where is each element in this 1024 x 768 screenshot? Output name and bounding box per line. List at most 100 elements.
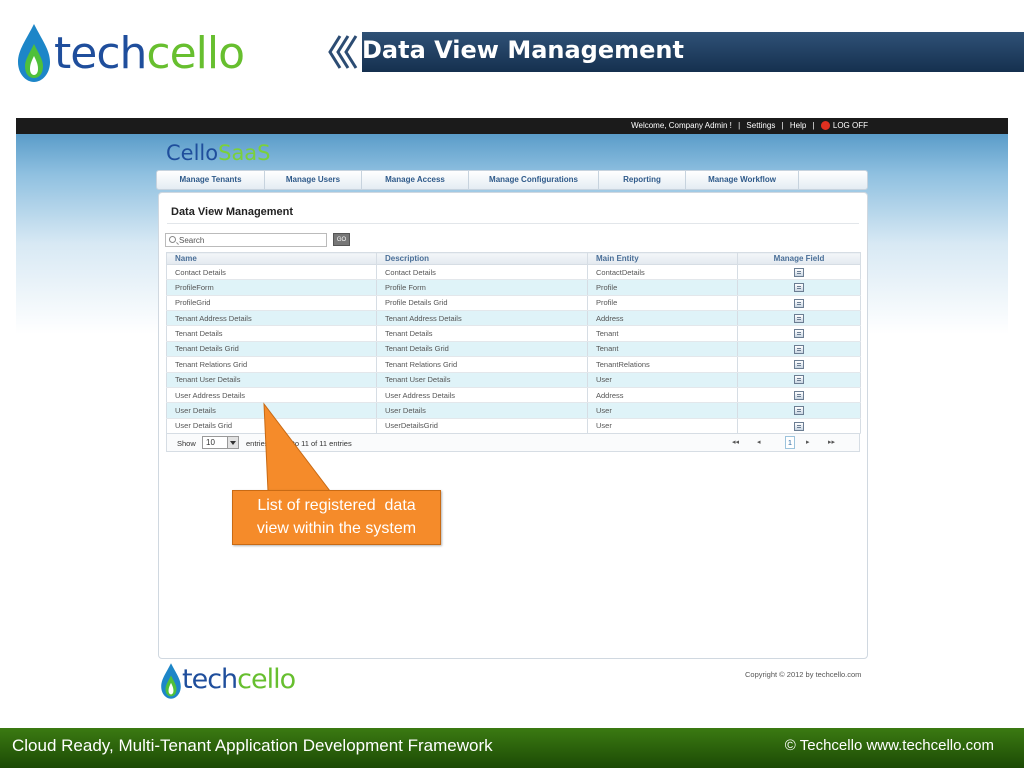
slide-copyright: © Techcello www.techcello.com (784, 737, 994, 754)
next-page-icon[interactable]: ▸ (806, 438, 810, 446)
flame-icon (18, 24, 50, 82)
cell-manage-field (737, 356, 861, 373)
cell-manage-field (737, 279, 861, 296)
column-header-manage-field: Manage Field (737, 252, 861, 265)
cell-manage-field (737, 264, 861, 281)
page-number-current[interactable]: 1 (785, 436, 795, 449)
flame-icon (161, 663, 181, 699)
cell-manage-field (737, 387, 861, 404)
cell-name: User Address Details (166, 387, 377, 404)
cell-manage-field (737, 402, 861, 419)
document-edit-icon[interactable] (794, 298, 804, 308)
nav-reporting[interactable]: Reporting (599, 171, 686, 189)
power-icon[interactable] (820, 121, 830, 131)
nav-manage-configurations[interactable]: Manage Configurations (469, 171, 599, 189)
cell-manage-field (737, 341, 861, 358)
go-button[interactable]: GO (333, 233, 350, 246)
separator: | (781, 121, 784, 130)
page-size-select[interactable]: 10 (202, 436, 239, 449)
cell-main-entity: Profile (587, 295, 738, 312)
nav-manage-access[interactable]: Manage Access (362, 171, 469, 189)
cell-main-entity: User (587, 418, 738, 434)
table-row[interactable]: ProfileForm Profile Form Profile (166, 279, 861, 296)
nav-manage-workflow[interactable]: Manage Workflow (686, 171, 799, 189)
table-row[interactable]: ProfileGrid Profile Details Grid Profile (166, 295, 861, 312)
table-row[interactable]: Tenant User Details Tenant User Details Us… (166, 372, 861, 388)
cell-name: User Details (166, 402, 377, 419)
cell-main-entity: User (587, 402, 738, 419)
logo-text-cello: cello (146, 28, 245, 79)
document-edit-icon[interactable] (794, 375, 804, 385)
document-edit-icon[interactable] (794, 360, 804, 370)
help-link[interactable]: Help (790, 121, 806, 130)
slide-tagline: Cloud Ready, Multi-Tenant Application De… (12, 736, 493, 755)
table-row[interactable]: Contact Details Contact Details ContactDet… (166, 264, 861, 281)
cell-description: Tenant User Details (376, 372, 588, 388)
footer-logo-cello: cello (237, 664, 296, 695)
column-header-name[interactable]: Name (166, 252, 377, 265)
column-header-description[interactable]: Description (376, 252, 588, 265)
cell-manage-field (737, 372, 861, 388)
column-header-main-entity[interactable]: Main Entity (587, 252, 738, 265)
first-page-icon[interactable]: ◂◂ (732, 438, 739, 446)
techcello-logo: techcello (16, 22, 245, 84)
show-label: Show (177, 439, 196, 448)
cellosaas-logo: CelloSaaS (166, 140, 271, 166)
search-input[interactable] (179, 234, 325, 246)
cell-description: Contact Details (376, 264, 588, 281)
table-footer: Show 10 entries wing 1 to 11 of 11 entri… (166, 433, 860, 452)
callout-box: List of registered data view within the … (232, 490, 441, 545)
table-row[interactable]: User Details User Details User (166, 402, 861, 419)
document-edit-icon[interactable] (794, 314, 804, 324)
last-page-icon[interactable]: ▸▸ (828, 438, 835, 446)
cell-name: ProfileForm (166, 279, 377, 296)
nav-manage-users[interactable]: Manage Users (265, 171, 362, 189)
cell-description: UserDetailsGrid (376, 418, 588, 434)
document-edit-icon[interactable] (794, 329, 804, 339)
document-edit-icon[interactable] (794, 283, 804, 293)
prev-page-icon[interactable]: ◂ (757, 438, 761, 446)
chevron-down-icon[interactable] (227, 437, 238, 448)
document-edit-icon[interactable] (794, 421, 804, 431)
title-chevron-icon (326, 32, 362, 72)
document-edit-icon[interactable] (794, 344, 804, 354)
cell-manage-field (737, 325, 861, 342)
table-row[interactable]: Tenant Details Grid Tenant Details Grid Te… (166, 341, 861, 358)
entries-info: wing 1 to 11 of 11 entries (269, 439, 352, 448)
page-size-value: 10 (206, 438, 215, 447)
separator: | (738, 121, 741, 130)
techcello-footer-logo: techcello (160, 662, 310, 702)
cell-main-entity: Address (587, 310, 738, 327)
table-row[interactable]: User Address Details User Address Details… (166, 387, 861, 404)
cell-description: Tenant Details (376, 325, 588, 342)
logoff-link[interactable]: LOG OFF (833, 121, 868, 130)
cell-name: Tenant Details Grid (166, 341, 377, 358)
app-copyright: Copyright © 2012 by techcello.com (745, 670, 862, 679)
cell-description: Tenant Address Details (376, 310, 588, 327)
separator: | (812, 121, 815, 130)
cell-description: Tenant Relations Grid (376, 356, 588, 373)
cell-manage-field (737, 418, 861, 434)
cell-main-entity: Address (587, 387, 738, 404)
table-row[interactable]: Tenant Address Details Tenant Address Det… (166, 310, 861, 327)
search-icon (169, 236, 176, 243)
document-edit-icon[interactable] (794, 390, 804, 400)
table-row[interactable]: User Details Grid UserDetailsGrid User (166, 418, 861, 434)
cell-main-entity: Tenant (587, 341, 738, 358)
table-row[interactable]: Tenant Details Tenant Details Tenant (166, 325, 861, 342)
nav-manage-tenants[interactable]: Manage Tenants (157, 171, 265, 189)
document-edit-icon[interactable] (794, 406, 804, 416)
callout-line-2: view within the system (256, 520, 417, 537)
panel-title: Data View Management (171, 206, 294, 218)
cell-description: Profile Details Grid (376, 295, 588, 312)
table-row[interactable]: Tenant Relations Grid Tenant Relations Gr… (166, 356, 861, 373)
cell-main-entity: User (587, 372, 738, 388)
document-edit-icon[interactable] (794, 267, 804, 277)
cell-name: ProfileGrid (166, 295, 377, 312)
cell-name: Tenant Relations Grid (166, 356, 377, 373)
search-box (165, 233, 327, 247)
cell-description: Profile Form (376, 279, 588, 296)
slide-title: Data View Management (362, 36, 684, 64)
settings-link[interactable]: Settings (746, 121, 775, 130)
footer-logo-tech: tech (182, 664, 238, 695)
